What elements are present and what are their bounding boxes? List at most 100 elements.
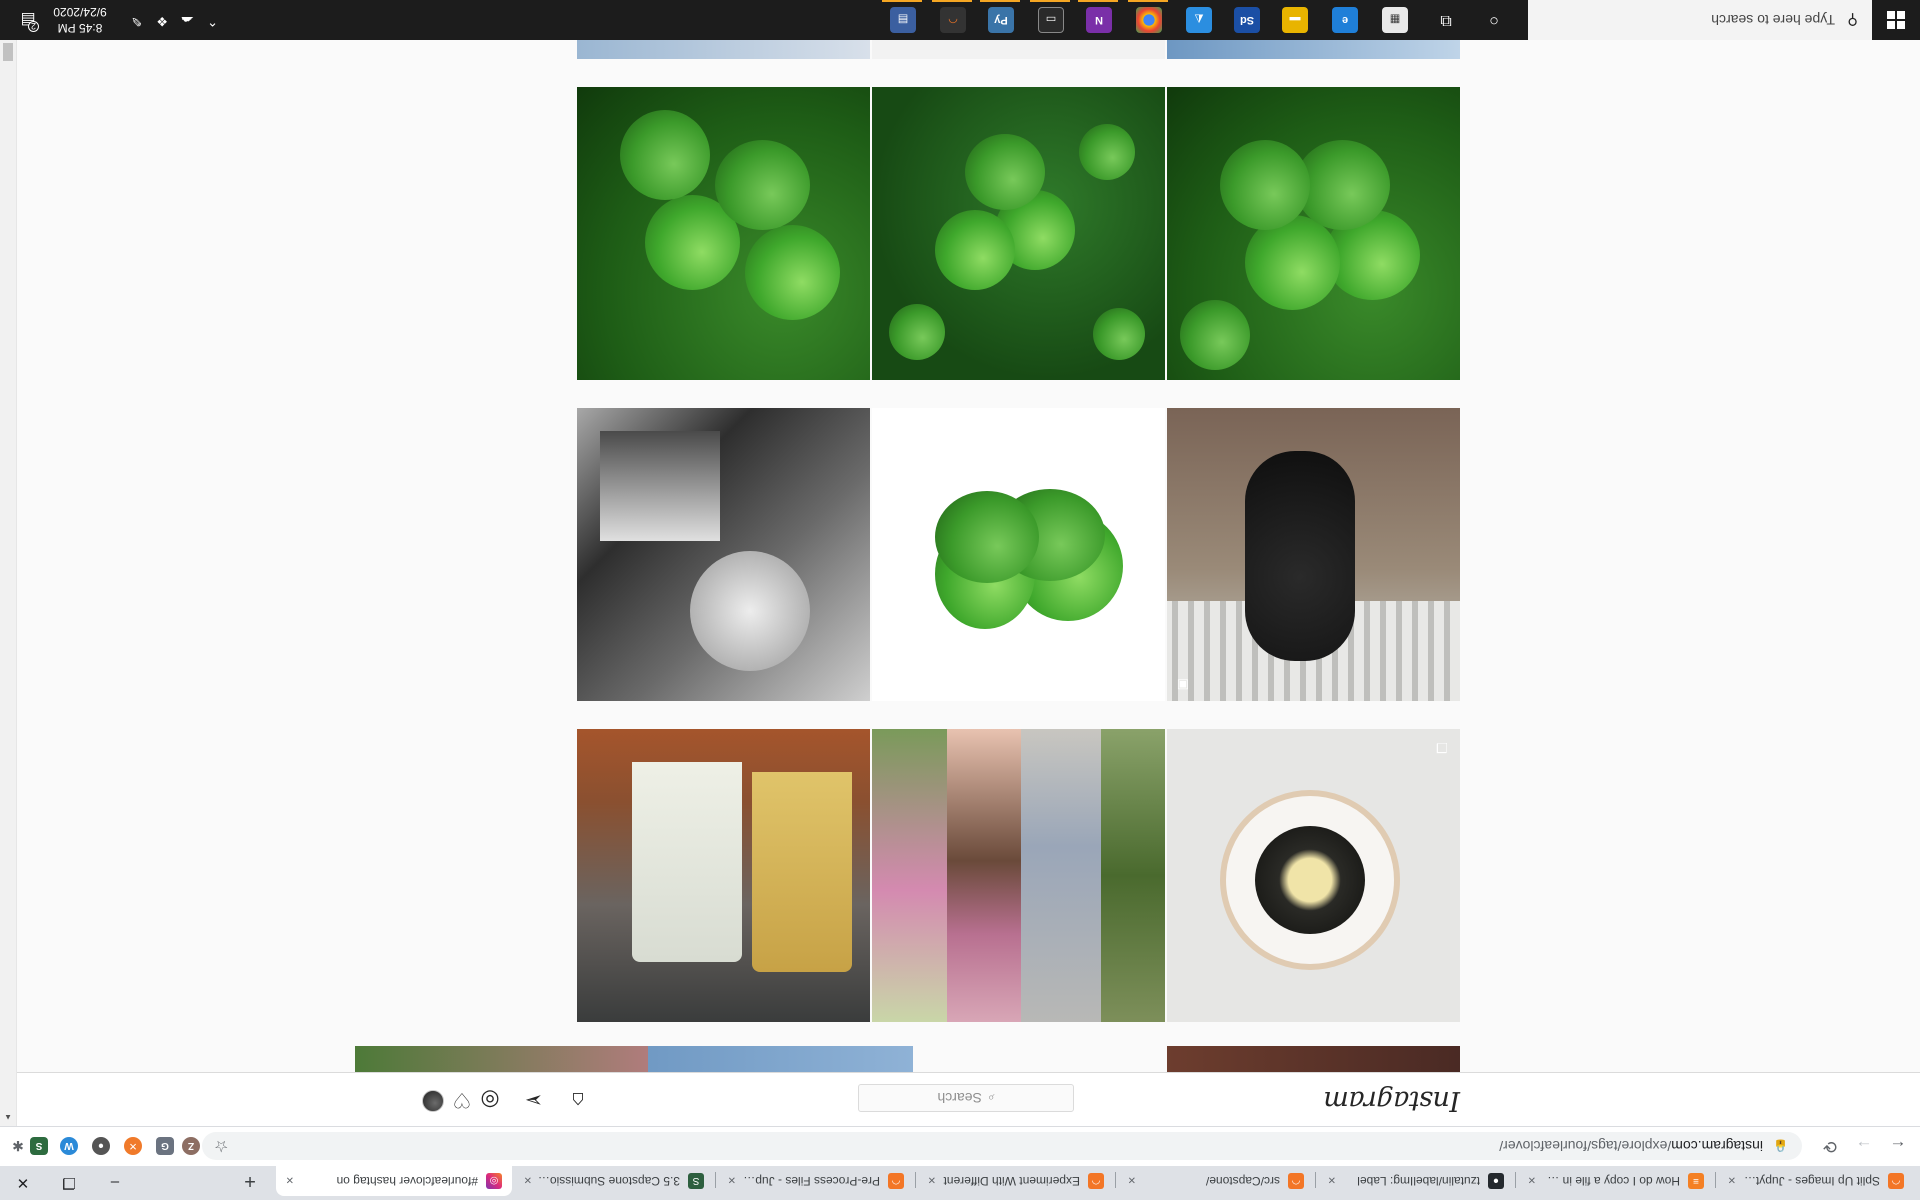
terminal-icon[interactable]: ▭ xyxy=(1038,7,1064,33)
windows-logo-icon xyxy=(1887,11,1905,29)
tab-pre-process[interactable]: ◠ Pre-Process Files - Jupyter × xyxy=(718,1166,914,1196)
circle-extension-icon[interactable]: ● xyxy=(92,1137,110,1155)
close-icon[interactable]: × xyxy=(524,1174,532,1189)
plus-icon: + xyxy=(244,1170,256,1193)
clover-leaf xyxy=(935,210,1015,290)
star-icon[interactable]: ☆ xyxy=(214,1136,228,1156)
back-button[interactable]: ← xyxy=(1884,1132,1912,1160)
task-view-icon[interactable]: ⧉ xyxy=(1434,8,1458,32)
running-indicator xyxy=(932,0,972,2)
clover-leaf xyxy=(935,491,1039,583)
post-drinks[interactable] xyxy=(577,729,870,1022)
taskbar-search-input[interactable]: ⚲ Type here to search xyxy=(1528,0,1872,40)
adblock-icon[interactable]: ✕ xyxy=(124,1137,142,1155)
clover-leaf xyxy=(965,134,1045,210)
sd-app-icon[interactable]: Sd xyxy=(1234,7,1260,33)
address-host: instagram.com xyxy=(1671,1138,1764,1154)
close-icon[interactable]: × xyxy=(1128,1174,1136,1189)
close-icon[interactable]: × xyxy=(728,1174,736,1189)
python-icon[interactable]: Py xyxy=(988,7,1014,33)
chevron-up-icon[interactable]: ⌃ xyxy=(207,13,218,29)
tab-fourleafclover[interactable]: ◎ #fourleafclover hashtag on × xyxy=(276,1166,512,1196)
close-icon[interactable]: × xyxy=(286,1174,294,1189)
dropbox-icon[interactable]: ❖ xyxy=(156,13,168,29)
cloud-icon[interactable]: ☁ xyxy=(181,13,194,29)
instagram-nav: Instagram ⌕ Search ⌂ ➢ ◎ ♡ xyxy=(17,1072,1920,1126)
edge-icon[interactable]: e xyxy=(1332,7,1358,33)
chrome-icon[interactable] xyxy=(1136,7,1162,33)
tab-src-capstone[interactable]: ◠ src/Capstone/ × xyxy=(1118,1166,1314,1196)
scroll-up-icon[interactable]: ▲ xyxy=(4,1113,12,1122)
tab-labelimg[interactable]: ● tzutalin/labelImg: Label × xyxy=(1318,1166,1514,1196)
post-clover[interactable] xyxy=(577,87,870,380)
post-thumbnail[interactable] xyxy=(620,1046,913,1072)
search-input[interactable]: ⌕ Search xyxy=(858,1084,1074,1112)
grammarly-icon[interactable]: G xyxy=(156,1137,174,1155)
post-bw-photo[interactable] xyxy=(577,408,870,701)
close-icon[interactable]: × xyxy=(1728,1174,1736,1189)
post-dessert[interactable]: ❐ xyxy=(1167,729,1460,1022)
tab-title: src/Capstone/ xyxy=(1205,1174,1280,1188)
arrow-right-icon: → xyxy=(1855,1137,1873,1156)
app-icon[interactable]: ▦ xyxy=(1382,7,1408,33)
video-camera-icon: ▣ xyxy=(1176,678,1190,693)
running-indicator xyxy=(980,0,1020,2)
tab-experiment[interactable]: ◠ Experiment With Different × xyxy=(918,1166,1114,1196)
cortana-icon[interactable]: ○ xyxy=(1482,8,1506,32)
clover-leaf xyxy=(1220,140,1310,230)
avatar[interactable] xyxy=(422,1090,444,1112)
reload-button[interactable]: ⟳ xyxy=(1816,1132,1844,1160)
collage-panel xyxy=(872,729,947,1022)
explore-icon[interactable]: ◎ xyxy=(478,1088,502,1113)
notification-center-button[interactable]: ▤ 2 xyxy=(16,8,40,32)
dog xyxy=(1245,451,1355,661)
green-extension-icon[interactable]: S xyxy=(30,1137,48,1155)
post-single-clover[interactable] xyxy=(872,408,1165,701)
clover-leaf xyxy=(745,225,840,320)
file-explorer-icon[interactable]: ▬ xyxy=(1282,7,1308,33)
close-icon[interactable]: × xyxy=(1528,1174,1536,1189)
post-thumbnail[interactable] xyxy=(1167,1046,1460,1072)
restore-button[interactable]: ❐ xyxy=(46,1166,92,1200)
jupyter-icon[interactable]: ◠ xyxy=(940,7,966,33)
close-icon[interactable]: × xyxy=(928,1174,936,1189)
new-tab-button[interactable]: + xyxy=(232,1166,268,1196)
clover-leaf xyxy=(889,304,945,360)
onenote-icon[interactable]: N xyxy=(1086,7,1112,33)
direct-messages-icon[interactable]: ➢ xyxy=(522,1088,546,1113)
clover-leaf xyxy=(620,110,710,200)
profile-avatar[interactable]: Z xyxy=(182,1137,200,1155)
activity-heart-icon[interactable]: ♡ xyxy=(450,1088,474,1112)
tab-split-up-images[interactable]: ◠ Split Up Images - Jupyter N × xyxy=(1718,1166,1914,1196)
forward-button[interactable]: → xyxy=(1850,1132,1878,1160)
home-icon[interactable]: ⌂ xyxy=(566,1088,590,1113)
clock[interactable]: 8:45 PM 9/24/2020 xyxy=(50,4,110,36)
start-button[interactable] xyxy=(1872,0,1920,40)
screen: ◠ Split Up Images - Jupyter N × ≡ How do… xyxy=(0,0,1920,1200)
jupyter-icon: ◠ xyxy=(1288,1173,1304,1189)
address-bar[interactable]: 🔒 instagram.com /explore/tags/fourleafcl… xyxy=(202,1132,1802,1160)
post-clover[interactable] xyxy=(872,87,1165,380)
springboard-icon: S xyxy=(688,1173,704,1189)
github-icon: ● xyxy=(1488,1173,1504,1189)
instagram-logo[interactable]: Instagram xyxy=(1324,1085,1460,1116)
dessert xyxy=(1255,826,1365,934)
puzzle-extensions-icon[interactable]: ✱ xyxy=(12,1137,24,1155)
photos-app-icon[interactable]: ◭ xyxy=(1186,7,1212,33)
post-dog[interactable]: ▣ xyxy=(1167,408,1460,701)
minimize-button[interactable]: – xyxy=(92,1166,138,1200)
tab-capstone-submission[interactable]: S 3.5 Capstone Submission - × xyxy=(514,1166,714,1196)
post-collage[interactable] xyxy=(872,729,1165,1022)
reload-icon: ⟳ xyxy=(1822,1137,1838,1156)
address-path: /explore/tags/fourleafclover/ xyxy=(1499,1138,1672,1154)
office-extension-icon[interactable]: W xyxy=(60,1137,78,1155)
calculator-icon[interactable]: ▤ xyxy=(890,7,916,33)
scroll-thumb[interactable] xyxy=(3,43,13,61)
post-thumbnail[interactable] xyxy=(355,1046,648,1072)
tab-copy-file-python[interactable]: ≡ How do I copy a file in Pyth × xyxy=(1518,1166,1714,1196)
post-clover[interactable] xyxy=(1167,87,1460,380)
close-window-button[interactable]: ✕ xyxy=(0,1166,46,1200)
pen-icon[interactable]: ✎ xyxy=(131,13,142,29)
scrollbar[interactable]: ▲ ▼ xyxy=(0,0,17,1126)
close-icon[interactable]: × xyxy=(1328,1174,1336,1189)
